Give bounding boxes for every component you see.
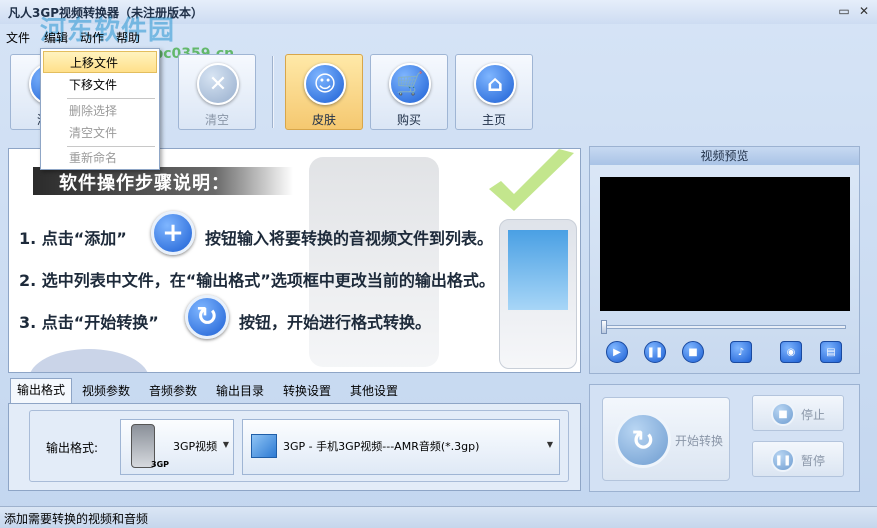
step-1-tail: 按钮输入将要转换的音视频文件到列表。 <box>205 229 494 248</box>
decorative-circle <box>29 349 149 372</box>
instruction-heading: 软件操作步骤说明： <box>59 173 230 194</box>
tab-panel: 输出格式: 3GP视频 3GP ▼ 3GP - 手机3GP视频---AMR音频(… <box>8 403 581 491</box>
skin-button-label: 皮肤 <box>311 113 336 127</box>
edit-menu-dropdown: 上移文件 下移文件 删除选择 清空文件 重新命名 <box>40 48 160 170</box>
checkmark-illustration <box>489 149 574 211</box>
video-screen <box>600 177 850 311</box>
stop-label: 停止 <box>801 408 826 422</box>
step-1-text: 1. 点击“添加” <box>19 229 127 248</box>
menu-separator <box>67 98 155 99</box>
home-icon: ⌂ <box>474 63 516 105</box>
chevron-down-icon: ▼ <box>546 440 553 449</box>
clear-button-label: 清空 <box>204 113 229 127</box>
status-text: 添加需要转换的视频和音频 <box>4 512 149 526</box>
menu-rename[interactable]: 重新命名 <box>43 147 157 169</box>
tab-video-params[interactable]: 视频参数 <box>76 380 136 402</box>
status-bar: 添加需要转换的视频和音频 <box>0 506 877 528</box>
folder-icon[interactable]: ▤ <box>820 341 842 363</box>
pause-label: 暂停 <box>801 454 826 468</box>
volume-icon[interactable]: ♪ <box>730 341 752 363</box>
menu-move-up[interactable]: 上移文件 <box>43 51 157 73</box>
home-button[interactable]: ⌂ 主页 <box>455 54 533 130</box>
tab-convert-settings[interactable]: 转换设置 <box>277 380 337 402</box>
menu-delete-selected[interactable]: 删除选择 <box>43 100 157 122</box>
seek-handle[interactable] <box>601 320 607 334</box>
smiley-icon: ☺ <box>304 63 346 105</box>
stop-icon: ■ <box>771 402 795 426</box>
stop-button[interactable]: ■ 停止 <box>752 395 844 431</box>
menu-move-down[interactable]: 下移文件 <box>43 74 157 96</box>
pda-illustration <box>499 219 577 369</box>
stop-icon[interactable]: ■ <box>682 341 704 363</box>
buy-button[interactable]: 🛒 购买 <box>370 54 448 130</box>
menu-action[interactable]: 动作 <box>80 29 104 46</box>
format-value: 3GP - 手机3GP视频---AMR音频(*.3gp) <box>283 440 480 453</box>
snapshot-icon[interactable]: ◉ <box>780 341 802 363</box>
output-format-group: 输出格式: 3GP视频 3GP ▼ 3GP - 手机3GP视频---AMR音频(… <box>29 410 569 482</box>
tab-audio-params[interactable]: 音频参数 <box>143 380 203 402</box>
clear-button[interactable]: ✕ 清空 <box>178 54 256 130</box>
step-3-tail: 按钮，开始进行格式转换。 <box>239 313 432 332</box>
chevron-down-icon: ▼ <box>222 440 229 449</box>
phone-illustration <box>309 157 439 367</box>
output-format-label: 输出格式: <box>46 441 99 455</box>
format-select[interactable]: 3GP - 手机3GP视频---AMR音频(*.3gp) ▼ <box>242 419 560 475</box>
plus-icon: + <box>151 211 195 255</box>
home-button-label: 主页 <box>481 113 506 127</box>
device-sub: 3GP <box>151 460 169 469</box>
step-2-text: 2. 选中列表中文件，在“输出格式”选项框中更改当前的输出格式。 <box>19 271 495 290</box>
device-name: 3GP视频 <box>173 440 218 453</box>
cube-icon <box>251 434 277 458</box>
convert-panel: ↻ 开始转换 ■ 停止 ❚❚ 暂停 <box>589 384 860 492</box>
toolbar-divider <box>272 56 274 128</box>
menu-clear-files[interactable]: 清空文件 <box>43 122 157 144</box>
convert-arrow-icon: ↻ <box>185 295 229 339</box>
video-preview-panel: 视频预览 ▶ ❚❚ ■ ♪ ◉ ▤ <box>589 146 860 374</box>
start-convert-button[interactable]: ↻ 开始转换 <box>602 397 730 481</box>
settings-tabs: 输出格式 视频参数 音频参数 输出目录 转换设置 其他设置 输出格式: 3GP视… <box>8 378 581 493</box>
restore-icon[interactable]: ▭ <box>836 4 852 18</box>
pause-icon: ❚❚ <box>771 448 795 472</box>
pause-icon[interactable]: ❚❚ <box>644 341 666 363</box>
tab-output-format[interactable]: 输出格式 <box>10 378 73 404</box>
cart-icon: 🛒 <box>389 63 431 105</box>
play-icon[interactable]: ▶ <box>606 341 628 363</box>
menu-bar: 文件 编辑 动作 帮助 <box>0 26 300 46</box>
x-icon: ✕ <box>197 63 239 105</box>
close-icon[interactable]: ✕ <box>856 4 872 18</box>
menu-help[interactable]: 帮助 <box>116 29 140 46</box>
tab-other-settings[interactable]: 其他设置 <box>344 380 404 402</box>
preview-title: 视频预览 <box>590 147 859 165</box>
pause-button[interactable]: ❚❚ 暂停 <box>752 441 844 477</box>
start-convert-label: 开始转换 <box>675 434 724 448</box>
device-select[interactable]: 3GP视频 3GP ▼ <box>120 419 234 475</box>
app-window: 凡人3GP视频转换器（未注册版本） ▭ ✕ 河东软件园 www.pc0359.c… <box>0 0 877 528</box>
menu-edit[interactable]: 编辑 <box>44 29 68 46</box>
menu-file[interactable]: 文件 <box>6 29 30 46</box>
convert-arrow-icon: ↻ <box>615 412 671 468</box>
buy-button-label: 购买 <box>396 113 421 127</box>
step-3-text: 3. 点击“开始转换” <box>19 313 159 332</box>
seek-bar[interactable] <box>602 325 846 329</box>
skin-button[interactable]: ☺ 皮肤 <box>285 54 363 130</box>
instruction-panel: 软件操作步骤说明： 1. 点击“添加” + 按钮输入将要转换的音视频文件到列表。… <box>8 148 581 373</box>
tab-output-dir[interactable]: 输出目录 <box>210 380 270 402</box>
